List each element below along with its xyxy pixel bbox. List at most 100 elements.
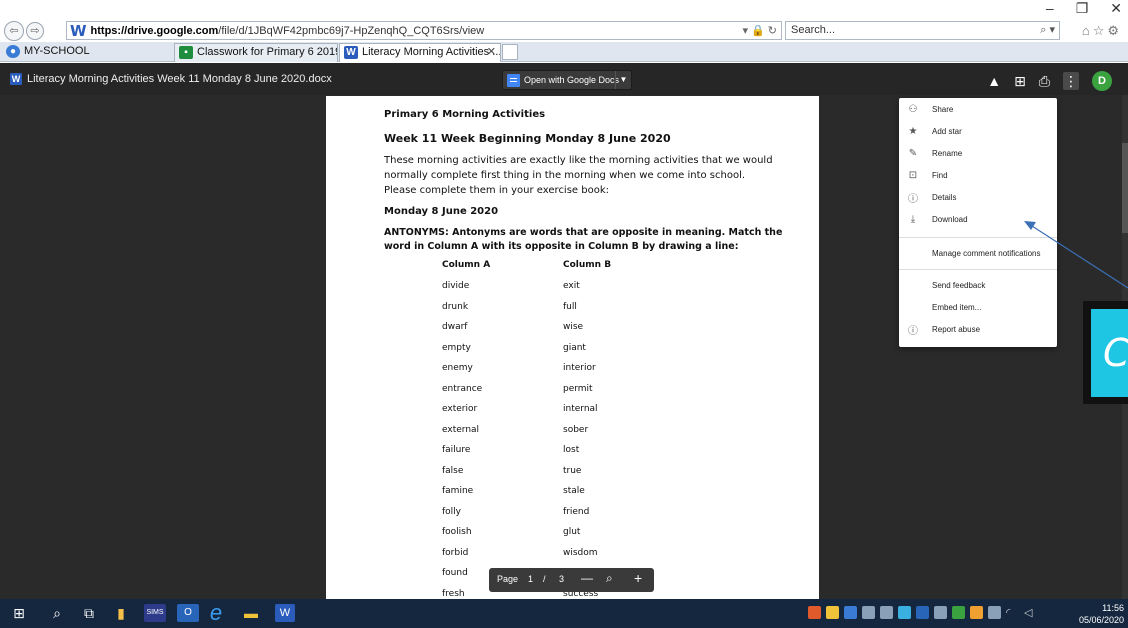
window-titlebar: – ❐ ✕: [0, 0, 1128, 20]
column-a-word: false: [442, 465, 464, 476]
menu-item-details[interactable]: ⓘ Details: [899, 186, 1057, 208]
tray-update-icon[interactable]: [970, 606, 983, 619]
tray-cloud-icon[interactable]: [898, 606, 911, 619]
column-b-word: stale: [563, 486, 585, 496]
open-new-window-icon[interactable]: ⊞: [1014, 73, 1026, 90]
page-current[interactable]: 1: [528, 574, 533, 584]
column-b-word: giant: [563, 342, 586, 353]
scroll-thumb[interactable]: [1122, 143, 1128, 233]
menu-item-rename[interactable]: ✎ Rename: [899, 142, 1057, 164]
address-bar-controls[interactable]: ▾ 🔒 ↻: [742, 24, 777, 37]
windows-taskbar: ⊞ ⌕ ⧉ ▮ SIMS O e ▬ W ◜ ◁ 11:56 05/06/202…: [0, 599, 1128, 628]
word-icon: W: [344, 46, 358, 59]
favorite-my-school[interactable]: ● MY-SCHOOL: [2, 43, 172, 62]
outlook-icon[interactable]: O: [177, 604, 199, 622]
zoom-out-icon[interactable]: —: [581, 571, 593, 585]
word-site-icon: W: [70, 21, 87, 40]
back-icon[interactable]: ⇦: [4, 21, 24, 41]
search-icon[interactable]: ⌕ ▾: [1040, 22, 1055, 39]
word-taskbar-icon[interactable]: W: [275, 604, 295, 622]
tray-app-icon[interactable]: [808, 606, 821, 619]
column-b-word: lost: [563, 445, 580, 455]
file-explorer-icon[interactable]: ▬: [242, 604, 260, 622]
tray-chrome-icon[interactable]: [952, 606, 965, 619]
zoom-icon[interactable]: ⌕: [606, 571, 613, 586]
sims-icon[interactable]: SIMS: [144, 604, 166, 622]
search-icon[interactable]: ⌕: [48, 604, 66, 622]
classroom-icon: ▪: [179, 46, 193, 59]
close-icon[interactable]: ✕: [1110, 0, 1122, 17]
column-a-word: exterior: [442, 404, 478, 414]
more-actions-menu: ⚇ Share ★ Add star ✎ Rename ⊡ Find ⓘ Details …: [899, 98, 1057, 347]
add-person-icon: ⚇: [908, 103, 918, 115]
menu-item-find[interactable]: ⊡ Find: [899, 164, 1057, 186]
info-icon: ⓘ: [908, 193, 918, 205]
tray-display-icon[interactable]: [934, 606, 947, 619]
windows-start-icon[interactable]: ⊞: [10, 604, 28, 622]
address-bar[interactable]: W https://drive.google.com/file/d/1JBqWF…: [66, 21, 782, 40]
more-actions-icon[interactable]: ⋮: [1063, 72, 1079, 90]
column-b-word: true: [563, 465, 582, 476]
minimize-icon[interactable]: –: [1046, 0, 1054, 17]
chevron-down-icon[interactable]: ▼: [615, 71, 631, 89]
column-b-word: glut: [563, 527, 581, 537]
menu-item-manage-notifications[interactable]: Manage comment notifications: [899, 242, 1057, 264]
clock-date: 05/06/2020: [1078, 615, 1124, 625]
column-a-header: Column A: [442, 260, 491, 270]
settings-gear-icon[interactable]: ⚙: [1107, 23, 1122, 38]
menu-item-send-feedback[interactable]: Send feedback: [899, 274, 1057, 296]
restore-icon[interactable]: ❐: [1076, 0, 1089, 17]
close-tab-icon[interactable]: ✕: [487, 44, 496, 61]
page-label: Page: [497, 574, 519, 584]
menu-item-download[interactable]: ⤓ Download: [899, 208, 1057, 230]
doc-week: Week 11 Week Beginning Monday 8 June 202…: [384, 132, 671, 145]
tray-mail-icon[interactable]: [844, 606, 857, 619]
page-navigator: Page 1 / 3 — ⌕ +: [489, 568, 654, 592]
favorites-icon[interactable]: ☆: [1093, 23, 1108, 38]
tray-shield-icon[interactable]: [826, 606, 839, 619]
system-tray: ◜ ◁: [808, 606, 1037, 619]
column-a-word: forbid: [442, 547, 469, 558]
internet-explorer-icon[interactable]: e: [207, 602, 225, 624]
print-icon[interactable]: ⎙: [1039, 73, 1050, 90]
menu-item-embed[interactable]: Embed item...: [899, 296, 1057, 318]
school-icon: ●: [6, 45, 20, 58]
column-a-word: failure: [442, 445, 471, 455]
menu-divider: [899, 269, 1057, 270]
add-to-drive-icon[interactable]: ▲: [987, 73, 1001, 89]
open-with-google-docs-button[interactable]: Open with Google Docs ▼: [502, 70, 632, 90]
menu-item-add-star[interactable]: ★ Add star: [899, 120, 1057, 142]
word-doc-icon: W: [10, 73, 22, 85]
column-a-word: divide: [442, 281, 470, 291]
new-tab-button[interactable]: [502, 44, 518, 60]
wifi-icon[interactable]: ◜: [1006, 606, 1019, 619]
find-icon: ⊡: [908, 169, 918, 181]
taskbar-clock[interactable]: 11:56 05/06/2020: [1079, 602, 1124, 626]
tray-network-icon[interactable]: [862, 606, 875, 619]
menu-item-report-abuse[interactable]: ⓘ Report abuse: [899, 318, 1057, 340]
doc-instructions: ANTONYMS: Antonyms are words that are op…: [384, 227, 783, 252]
tab-classwork[interactable]: ▪ Classwork for Primary 6 2019/2...: [174, 43, 338, 62]
column-a-word: found: [442, 568, 468, 578]
column-a-word: famine: [442, 486, 474, 496]
zoom-in-icon[interactable]: +: [634, 570, 642, 586]
tray-drive-icon[interactable]: [880, 606, 893, 619]
avatar[interactable]: D: [1092, 71, 1112, 91]
doc-day: Monday 8 June 2020: [384, 206, 499, 217]
tab-literacy[interactable]: W Literacy Morning Activities ... ✕: [339, 43, 501, 62]
search-input[interactable]: Search... ⌕ ▾: [785, 21, 1060, 40]
column-a-word: dwarf: [442, 322, 468, 332]
volume-icon[interactable]: ◁: [1024, 606, 1037, 619]
column-a-word: external: [442, 424, 480, 435]
file-icon[interactable]: ▮: [112, 604, 130, 622]
forward-icon[interactable]: ⇨: [26, 22, 44, 40]
task-view-icon[interactable]: ⧉: [80, 604, 98, 622]
doc-intro: These morning activities are exactly lik…: [384, 155, 773, 196]
column-b-word: friend: [563, 506, 590, 517]
tray-outlook-icon[interactable]: [916, 606, 929, 619]
tray-keyboard-icon[interactable]: [988, 606, 1001, 619]
home-icon[interactable]: ⌂: [1082, 23, 1093, 38]
download-icon: ⤓: [910, 213, 916, 225]
menu-item-share[interactable]: ⚇ Share: [899, 98, 1057, 120]
menu-divider: [899, 237, 1057, 238]
